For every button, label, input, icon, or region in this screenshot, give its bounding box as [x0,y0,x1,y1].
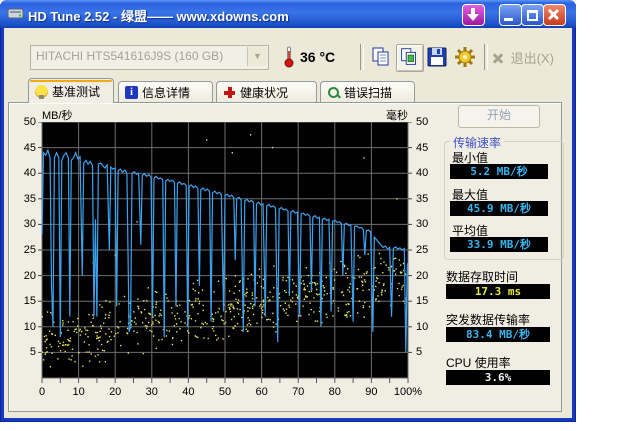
x-tick-label: 30 [145,386,158,398]
y-tick-label: 50 [23,116,36,128]
x-tick-label: 10 [72,386,85,398]
avg-value-display: 33.9 MB/秒 [450,237,548,252]
save-button[interactable] [424,44,450,70]
y-tick-label: 25 [416,244,429,256]
y-tick-label: 15 [416,295,429,308]
tab-info[interactable]: i 信息详情 [118,81,213,102]
desktop-canvas: HD Tune 2.52 - 绿盟—— www.xdowns.com HITAC… [0,0,640,431]
y-tick-label: 25 [23,244,36,256]
save-icon [427,47,447,67]
copy-screenshot-button[interactable] [396,44,424,72]
app-icon [7,8,24,19]
options-icon [455,47,475,67]
minimize-icon [504,18,513,21]
tab-health[interactable]: 健康状况 [216,81,317,102]
start-button[interactable]: 开始 [458,105,540,128]
info-icon: i [125,85,138,99]
x-tick-label: 50 [218,386,232,398]
tab-error-scan[interactable]: 错误扫描 [320,81,415,102]
min-value-display: 5.2 MB/秒 [450,164,548,179]
close-button[interactable] [543,4,566,26]
y-tick-label: 20 [416,269,429,282]
drive-select-value: HITACHI HTS541616J9S (160 GB) [36,49,224,63]
y-tick-label: 50 [416,116,429,128]
y-tick-label: 45 [416,141,429,154]
exit-button[interactable]: 退出(X) [492,48,554,67]
window-title: HD Tune 2.52 - 绿盟—— www.xdowns.com [28,9,289,24]
health-icon [223,86,236,99]
burst-rate-label: 突发数据传输率 [446,313,531,327]
hdtune-window: HD Tune 2.52 - 绿盟—— www.xdowns.com HITAC… [0,0,576,422]
y-tick-label: 20 [23,269,36,282]
tab-benchmark[interactable]: 基准测试 [28,78,114,103]
max-value-display: 45.9 MB/秒 [450,201,548,216]
left-axis-title: MB/秒 [42,110,73,122]
exit-label: 退出(X) [510,51,554,66]
thermometer-icon [284,46,294,68]
x-tick-label: 80 [328,386,341,398]
x-tick-label: 60 [255,386,268,398]
benchmark-icon [35,84,48,99]
y-tick-label: 30 [416,218,429,231]
tab-info-label: 信息详情 [142,85,191,100]
x-tick-label: 0 [38,386,46,398]
y-tick-label: 10 [416,320,429,333]
options-button[interactable] [452,44,478,70]
copy-icon [372,47,389,66]
y-tick-label: 35 [23,192,36,205]
tab-health-label: 健康状况 [240,85,289,100]
copy-text-button[interactable] [368,44,394,70]
x-tick-label: 40 [182,386,195,398]
maximize-button[interactable] [521,4,544,26]
tab-benchmark-label: 基准测试 [52,84,101,99]
y-tick-label: 5 [29,346,36,359]
toolbar-separator [484,44,488,70]
drive-select[interactable]: HITACHI HTS541616J9S (160 GB) ▼ [30,45,269,70]
maximize-icon [527,10,538,21]
download-button[interactable] [462,4,485,26]
y-tick-label: 40 [23,167,36,180]
access-time-display: 17.3 ms [446,284,550,299]
x-tick-label: 90 [365,386,378,398]
scan-icon [327,86,341,99]
y-tick-label: 35 [416,192,429,205]
minimize-button[interactable] [499,4,522,26]
x-tick-label: 100% [393,386,423,398]
right-axis-title: 毫秒 [386,110,408,122]
titlebar[interactable]: HD Tune 2.52 - 绿盟—— www.xdowns.com [0,0,576,28]
y-tick-label: 40 [416,167,429,180]
access-time-label: 数据存取时间 [446,270,519,284]
burst-rate-display: 83.4 MB/秒 [446,327,550,342]
y-tick-label: 30 [23,218,36,231]
cpu-usage-display: 3.6% [446,370,550,385]
copy-image-icon [401,48,416,65]
cpu-usage-label: CPU 使用率 [446,356,511,370]
chevron-down-icon[interactable]: ▼ [247,47,267,66]
y-tick-label: 10 [23,320,36,333]
toolbar-separator [360,44,364,70]
y-tick-label: 5 [416,346,423,359]
temperature-value: 36 °C [300,49,336,65]
exit-x-icon [492,51,507,65]
tab-error-scan-label: 错误扫描 [344,85,393,100]
y-tick-label: 45 [23,141,36,154]
x-tick-label: 20 [109,386,122,398]
x-tick-label: 70 [292,386,305,398]
y-tick-label: 15 [23,295,36,308]
benchmark-chart [38,122,412,383]
